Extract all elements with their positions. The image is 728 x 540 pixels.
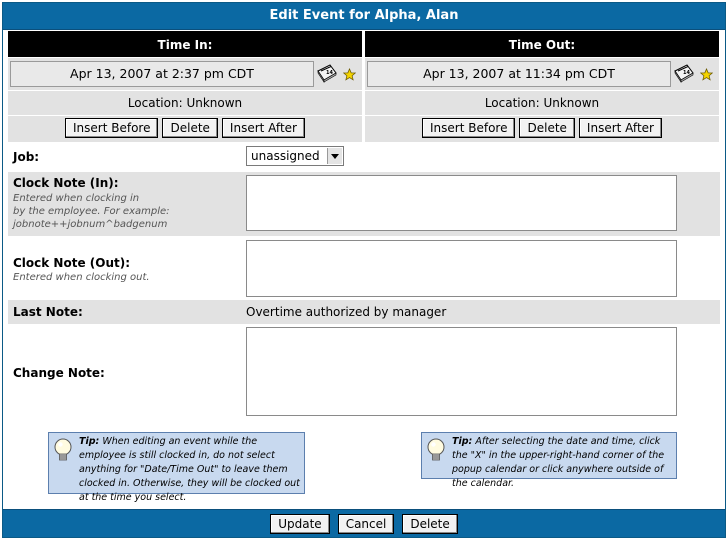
job-select-value: unassigned — [251, 149, 320, 163]
star-icon[interactable] — [700, 68, 713, 81]
time-in-datetime-row: Apr 13, 2007 at 2:37 pm CDT 14 — [8, 58, 362, 90]
dialog-footer: Update Cancel Delete — [3, 509, 725, 537]
edit-event-dialog: Edit Event for Alpha, Alan Time In: Apr … — [2, 2, 726, 538]
chevron-down-icon[interactable] — [327, 148, 342, 164]
svg-text:14: 14 — [683, 70, 690, 76]
time-in-buttons: Insert Before Delete Insert After — [8, 116, 362, 142]
clock-note-in-label: Clock Note (In): — [13, 176, 119, 190]
clock-note-out-row: Clock Note (Out): Entered when clocking … — [8, 237, 720, 301]
clock-note-in-textarea[interactable] — [246, 175, 677, 231]
job-row: Job: unassigned — [8, 144, 720, 170]
change-note-row: Change Note: — [8, 325, 720, 419]
delete-event-button[interactable]: Delete — [402, 514, 458, 534]
cancel-button[interactable]: Cancel — [337, 514, 395, 534]
last-note-label: Last Note: — [13, 305, 83, 319]
clock-note-in-help: Entered when clocking in by the employee… — [13, 193, 170, 230]
time-out-buttons: Insert Before Delete Insert After — [365, 116, 719, 142]
time-out-datetime-field[interactable]: Apr 13, 2007 at 11:34 pm CDT — [367, 61, 671, 87]
time-out-insert-before-button[interactable]: Insert Before — [422, 118, 516, 138]
last-note-row: Last Note: Overtime authorized by manage… — [8, 300, 720, 324]
time-in-column: Time In: Apr 13, 2007 at 2:37 pm CDT 14 … — [8, 31, 362, 142]
clock-note-out-textarea[interactable] — [246, 240, 677, 297]
time-in-insert-after-button[interactable]: Insert After — [221, 118, 305, 138]
change-note-textarea[interactable] — [246, 327, 677, 416]
time-out-insert-after-button[interactable]: Insert After — [578, 118, 662, 138]
update-button[interactable]: Update — [270, 514, 330, 534]
tip-right-text: After selecting the date and time, click… — [452, 436, 665, 489]
time-out-location: Location: Unknown — [365, 91, 719, 115]
star-icon[interactable] — [343, 68, 356, 81]
lightbulb-icon — [427, 438, 445, 461]
time-out-column: Time Out: Apr 13, 2007 at 11:34 pm CDT 1… — [365, 31, 719, 142]
job-select[interactable]: unassigned — [246, 146, 344, 166]
dialog-title: Edit Event for Alpha, Alan — [3, 3, 725, 30]
change-note-label: Change Note: — [13, 366, 105, 380]
tip-left-text: When editing an event while the employee… — [79, 436, 300, 503]
tip-right-title: Tip: — [452, 436, 473, 447]
time-in-delete-button[interactable]: Delete — [162, 118, 218, 138]
tip-left-title: Tip: — [79, 436, 100, 447]
clock-note-out-help: Entered when clocking out. — [13, 272, 150, 283]
job-label: Job: — [13, 150, 40, 164]
calendar-icon[interactable]: 14 — [316, 63, 338, 83]
time-in-insert-before-button[interactable]: Insert Before — [65, 118, 159, 138]
time-out-header: Time Out: — [365, 31, 719, 57]
time-out-delete-button[interactable]: Delete — [519, 118, 575, 138]
tip-box-right: Tip: After selecting the date and time, … — [421, 432, 677, 489]
time-in-location: Location: Unknown — [8, 91, 362, 115]
time-in-header: Time In: — [8, 31, 362, 57]
lightbulb-icon — [54, 438, 72, 461]
clock-note-out-label: Clock Note (Out): — [13, 256, 131, 270]
last-note-value: Overtime authorized by manager — [246, 305, 447, 319]
calendar-icon[interactable]: 14 — [673, 63, 695, 83]
tip-box-left: Tip: When editing an event while the emp… — [48, 432, 305, 503]
svg-text:14: 14 — [326, 70, 333, 76]
time-out-datetime-row: Apr 13, 2007 at 11:34 pm CDT 14 — [365, 58, 719, 90]
time-in-datetime-field[interactable]: Apr 13, 2007 at 2:37 pm CDT — [10, 61, 314, 87]
clock-note-in-row: Clock Note (In): Entered when clocking i… — [8, 172, 720, 236]
